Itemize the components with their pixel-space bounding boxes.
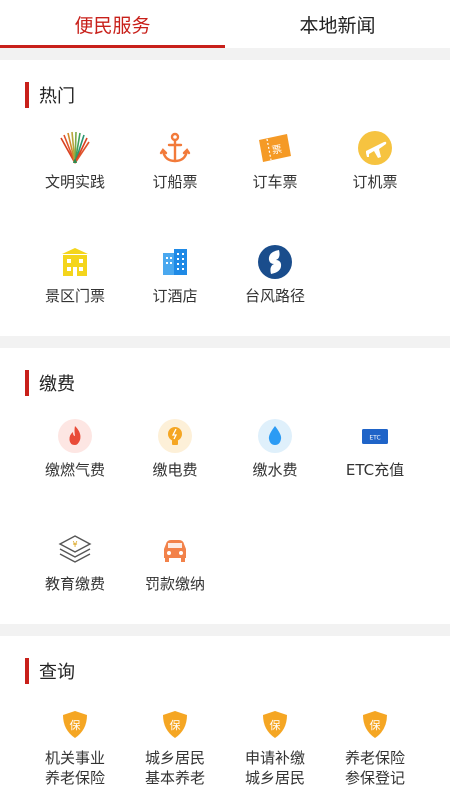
service-grid: 文明实践 订船票 票 订车票 订机票 景区门票 订酒店 台风路径 — [0, 130, 450, 358]
airplane-icon — [357, 130, 393, 166]
service-label: 订机票 — [352, 173, 398, 191]
hotel-icon — [157, 244, 193, 280]
service-label: 订船票 — [152, 173, 198, 191]
service-label-line1: 申请补缴 — [244, 749, 305, 767]
section-header: 查询 — [0, 636, 450, 706]
service-label: 缴燃气费 — [44, 461, 105, 479]
inquiry-grid: 保 机关事业 养老保险 保 城乡居民 基本养老 保 申请补缴 城乡居民 保 养老… — [0, 706, 450, 800]
inquiry-supplementary-payment[interactable]: 保 申请补缴 城乡居民 — [225, 706, 325, 800]
service-label-line1: 城乡居民 — [144, 749, 205, 767]
service-label: 教育缴费 — [44, 575, 105, 593]
section-accent-bar — [25, 82, 29, 108]
service-education-fee[interactable]: ¥ 教育缴费 — [25, 532, 125, 646]
service-fine-payment[interactable]: 罚款缴纳 — [125, 532, 225, 646]
service-label: 订车票 — [252, 173, 298, 191]
service-book-ferry[interactable]: 订船票 — [125, 130, 225, 244]
section-header: 热门 — [0, 60, 450, 130]
bulb-icon — [157, 418, 193, 454]
service-label: 景区门票 — [44, 287, 105, 305]
service-label-line2: 养老保险 — [44, 769, 105, 787]
payment-grid: 缴燃气费 缴电费 缴水费 ETC ETC充值 ¥ 教育缴费 罚款缴纳 — [0, 418, 450, 646]
service-book-flight[interactable]: 订机票 — [325, 130, 425, 244]
section-title: 缴费 — [39, 374, 75, 395]
education-fee-icon: ¥ — [57, 532, 93, 568]
service-label-line2: 城乡居民 — [244, 769, 305, 787]
section-title: 查询 — [39, 662, 75, 683]
service-gas-fee[interactable]: 缴燃气费 — [25, 418, 125, 532]
shield-icon: 保 — [157, 706, 193, 742]
service-scenic-tickets[interactable]: 景区门票 — [25, 244, 125, 358]
service-book-bus[interactable]: 票 订车票 — [225, 130, 325, 244]
shield-icon: 保 — [257, 706, 293, 742]
building-icon — [57, 244, 93, 280]
water-drop-icon — [257, 418, 293, 454]
shield-badge: 保 — [170, 718, 181, 732]
service-label-line1: 机关事业 — [44, 749, 105, 767]
tab-convenience-services[interactable]: 便民服务 — [0, 0, 225, 48]
shield-icon: 保 — [357, 706, 393, 742]
fan-emblem-icon — [57, 130, 93, 166]
ticket-icon: 票 — [257, 130, 293, 166]
service-civilization-practice[interactable]: 文明实践 — [25, 130, 125, 244]
inquiry-resident-basic-pension[interactable]: 保 城乡居民 基本养老 — [125, 706, 225, 800]
service-label: 台风路径 — [244, 287, 305, 305]
service-label: 文明实践 — [44, 173, 105, 191]
service-label-line2: 参保登记 — [344, 769, 405, 787]
service-water-fee[interactable]: 缴水费 — [225, 418, 325, 532]
shield-icon: 保 — [57, 706, 93, 742]
flame-icon — [57, 418, 93, 454]
service-label: 罚款缴纳 — [144, 575, 205, 593]
section-accent-bar — [25, 370, 29, 396]
service-label: 缴电费 — [152, 461, 198, 479]
service-label: ETC充值 — [345, 461, 405, 479]
shield-badge: 保 — [270, 718, 281, 732]
section-title: 热门 — [39, 86, 75, 107]
service-label: 订酒店 — [152, 287, 198, 305]
active-tab-indicator — [0, 45, 225, 48]
service-electricity-fee[interactable]: 缴电费 — [125, 418, 225, 532]
section-header: 缴费 — [0, 348, 450, 418]
service-etc-recharge[interactable]: ETC ETC充值 — [325, 418, 425, 532]
shield-badge: 保 — [70, 718, 81, 732]
section-accent-bar — [25, 658, 29, 684]
tab-local-news[interactable]: 本地新闻 — [225, 0, 450, 48]
section-inquiry: 查询 保 机关事业 养老保险 保 城乡居民 基本养老 保 申请补缴 城乡居民 保… — [0, 636, 450, 800]
section-payments: 缴费 缴燃气费 缴电费 缴水费 ETC ETC充值 ¥ 教育缴费 罚款缴纳 — [0, 348, 450, 624]
service-label: 缴水费 — [252, 461, 298, 479]
yuan-glyph: ¥ — [72, 540, 77, 549]
section-hot: 热门 文明实践 订船票 票 订车票 订机票 景区门票 订酒店 台风路径 — [0, 60, 450, 336]
service-label-line1: 养老保险 — [344, 749, 405, 767]
anchor-icon — [157, 130, 193, 166]
inquiry-government-pension[interactable]: 保 机关事业 养老保险 — [25, 706, 125, 800]
service-label-line2: 基本养老 — [144, 769, 205, 787]
inquiry-pension-registration[interactable]: 保 养老保险 参保登记 — [325, 706, 425, 800]
etc-glyph: ETC — [369, 435, 380, 442]
typhoon-icon — [257, 244, 293, 280]
tab-bar: 便民服务 本地新闻 — [0, 0, 450, 48]
car-icon — [157, 532, 193, 568]
etc-card-icon: ETC — [357, 418, 393, 454]
shield-badge: 保 — [370, 718, 381, 732]
service-typhoon-path[interactable]: 台风路径 — [225, 244, 325, 358]
service-book-hotel[interactable]: 订酒店 — [125, 244, 225, 358]
